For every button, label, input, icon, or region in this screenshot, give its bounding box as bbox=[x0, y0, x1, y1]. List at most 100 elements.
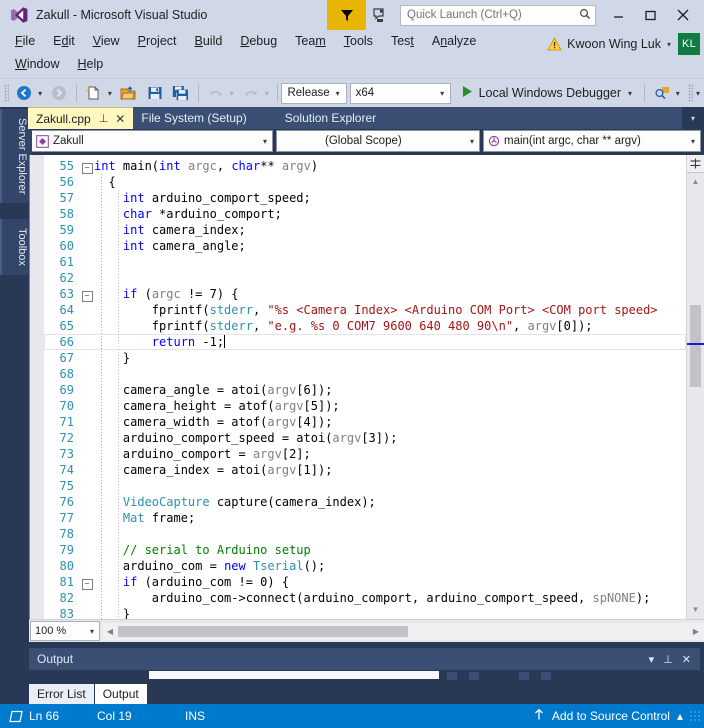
output-toolstrip[interactable] bbox=[29, 670, 700, 682]
chevron-down-icon[interactable]: ▾ bbox=[85, 627, 99, 636]
output-toolstrip-buttons-4[interactable] bbox=[541, 672, 551, 680]
code-line[interactable]: 78 bbox=[44, 526, 686, 542]
horizontal-scrollbar-track[interactable] bbox=[118, 623, 688, 640]
editor-vertical-scrollbar[interactable]: ▲ ▼ bbox=[686, 155, 704, 619]
scope-dropdown[interactable]: (Global Scope) ▾ bbox=[276, 130, 480, 152]
horizontal-scrollbar-thumb[interactable] bbox=[118, 625, 408, 637]
pin-icon[interactable]: ⊥ bbox=[663, 653, 673, 666]
menu-item-test[interactable]: Test bbox=[382, 30, 423, 53]
code-text[interactable]: } bbox=[94, 606, 686, 619]
close-icon[interactable]: ✕ bbox=[682, 653, 691, 666]
menu-item-view[interactable]: View bbox=[84, 30, 129, 53]
navigate-backward-dropdown-icon[interactable]: ▾ bbox=[37, 89, 46, 98]
toolbar-overflow-icon-2[interactable]: ▾ bbox=[695, 89, 704, 98]
code-text[interactable]: int arduino_comport_speed; bbox=[94, 190, 686, 206]
tab-overflow-icon[interactable]: ▾ bbox=[682, 107, 704, 129]
maximize-icon[interactable] bbox=[634, 0, 666, 30]
resize-grip[interactable] bbox=[689, 710, 701, 722]
scroll-up-arrow-icon[interactable]: ▲ bbox=[687, 173, 704, 189]
code-line[interactable]: 75 bbox=[44, 478, 686, 494]
code-viewport[interactable]: 55− int main(int argc, char** argv) 56 {57… bbox=[44, 155, 686, 619]
code-line[interactable]: 56 { bbox=[44, 174, 686, 190]
code-text[interactable]: camera_width = atof(argv[4]); bbox=[94, 414, 686, 430]
toolbar-grip-2[interactable] bbox=[687, 84, 693, 102]
menu-item-debug[interactable]: Debug bbox=[231, 30, 286, 53]
fold-collapse-icon[interactable]: − bbox=[80, 574, 94, 590]
code-text[interactable]: int main(int argc, char** argv) bbox=[94, 158, 686, 174]
chevron-down-icon[interactable]: ▾ bbox=[667, 40, 671, 49]
scroll-left-arrow-icon[interactable]: ◀ bbox=[102, 627, 118, 636]
quick-launch-box[interactable] bbox=[400, 4, 596, 26]
code-text[interactable]: char *arduino_comport; bbox=[94, 206, 686, 222]
new-item-dropdown-icon[interactable]: ▾ bbox=[107, 89, 116, 98]
code-lines[interactable]: 55− int main(int argc, char** argv) 56 {57… bbox=[44, 155, 686, 619]
toolbar-grip[interactable] bbox=[4, 84, 10, 102]
menu-item-project[interactable]: Project bbox=[129, 30, 186, 53]
function-dropdown[interactable]: main(int argc, char ** argv) ▾ bbox=[483, 130, 701, 152]
code-line[interactable]: 74 camera_index = atoi(argv[1]); bbox=[44, 462, 686, 478]
navigate-backward-icon[interactable] bbox=[11, 81, 37, 105]
code-text[interactable]: if (argc != 7) { bbox=[94, 286, 686, 302]
new-item-icon[interactable] bbox=[81, 81, 107, 105]
code-line[interactable]: 76 VideoCapture capture(camera_index); bbox=[44, 494, 686, 510]
code-text[interactable]: arduino_comport_speed = atoi(argv[3]); bbox=[94, 430, 686, 446]
tab-error-list[interactable]: Error List bbox=[29, 684, 94, 704]
code-line[interactable]: 65 fprintf(stderr, "e.g. %s 0 COM7 9600 … bbox=[44, 318, 686, 334]
code-text[interactable]: // serial to Arduino setup bbox=[94, 542, 686, 558]
code-line[interactable]: 59 int camera_index; bbox=[44, 222, 686, 238]
menu-item-window[interactable]: Window bbox=[6, 53, 68, 76]
pin-icon[interactable]: ⊥ bbox=[99, 112, 109, 125]
feedback-smiley-icon[interactable] bbox=[366, 0, 396, 30]
chevron-down-icon[interactable]: ▾ bbox=[465, 137, 479, 146]
code-line[interactable]: 72 arduino_comport_speed = atoi(argv[3])… bbox=[44, 430, 686, 446]
chevron-down-icon[interactable]: ▾ bbox=[330, 89, 346, 98]
code-line[interactable]: 58 char *arduino_comport; bbox=[44, 206, 686, 222]
sidebar-item-toolbox[interactable]: Toolbox bbox=[0, 219, 32, 275]
code-text[interactable]: arduino_com->connect(arduino_comport, ar… bbox=[94, 590, 686, 606]
fold-collapse-icon[interactable]: − bbox=[80, 286, 94, 302]
toolbar-overflow-icon[interactable]: ▾ bbox=[675, 89, 684, 98]
tab-file-system-setup[interactable]: File System (Setup) bbox=[133, 107, 255, 129]
code-line[interactable]: 55− int main(int argc, char** argv) bbox=[44, 158, 686, 174]
chevron-up-icon[interactable]: ▴ bbox=[677, 709, 683, 723]
code-line[interactable]: 83 } bbox=[44, 606, 686, 619]
code-line[interactable]: 77 Mat frame; bbox=[44, 510, 686, 526]
code-line[interactable]: 70 camera_height = atof(argv[5]); bbox=[44, 398, 686, 414]
configuration-dropdown[interactable]: Release ▾ bbox=[281, 82, 347, 104]
menu-item-edit[interactable]: Edit bbox=[44, 30, 84, 53]
output-source-dropdown[interactable] bbox=[149, 671, 439, 679]
code-line[interactable]: 79 // serial to Arduino setup bbox=[44, 542, 686, 558]
avatar[interactable]: KL bbox=[678, 33, 700, 55]
funnel-filter-icon[interactable] bbox=[327, 0, 366, 30]
menu-item-tools[interactable]: Tools bbox=[335, 30, 382, 53]
menu-item-build[interactable]: Build bbox=[186, 30, 232, 53]
split-view-button[interactable] bbox=[687, 155, 704, 173]
zoom-dropdown[interactable]: 100 % ▾ bbox=[30, 621, 100, 641]
code-text[interactable]: int camera_angle; bbox=[94, 238, 686, 254]
account-area[interactable]: Kwoon Wing Luk ▾ KL bbox=[547, 33, 700, 55]
tab-solution-explorer[interactable]: Solution Explorer bbox=[254, 107, 401, 129]
tab-zakull-cpp[interactable]: Zakull.cpp ⊥ ✕ bbox=[28, 107, 134, 129]
code-line[interactable]: 69 camera_angle = atoi(argv[6]); bbox=[44, 382, 686, 398]
code-line[interactable]: 60 int camera_angle; bbox=[44, 238, 686, 254]
code-line[interactable]: 64 fprintf(stderr, "%s <Camera Index> <A… bbox=[44, 302, 686, 318]
tab-output[interactable]: Output bbox=[94, 684, 147, 704]
code-text[interactable]: arduino_comport = argv[2]; bbox=[94, 446, 686, 462]
quick-launch-input[interactable] bbox=[401, 6, 576, 24]
code-text[interactable]: int camera_index; bbox=[94, 222, 686, 238]
code-editor[interactable]: 55− int main(int argc, char** argv) 56 {57… bbox=[29, 155, 704, 619]
code-line[interactable]: 81− if (arduino_com != 0) { bbox=[44, 574, 686, 590]
chevron-down-icon[interactable]: ▾ bbox=[258, 137, 272, 146]
start-debugging-button[interactable]: Local Windows Debugger ▾ bbox=[456, 82, 640, 104]
code-line[interactable]: 62 bbox=[44, 270, 686, 286]
menu-item-help[interactable]: Help bbox=[68, 53, 112, 76]
menu-item-team[interactable]: Team bbox=[286, 30, 335, 53]
close-icon[interactable] bbox=[666, 0, 700, 30]
project-dropdown[interactable]: Zakull ▾ bbox=[31, 130, 273, 152]
save-all-icon[interactable] bbox=[168, 81, 194, 105]
add-to-source-control-button[interactable]: Add to Source Control ▴ bbox=[533, 708, 689, 724]
code-line[interactable]: 57 int arduino_comport_speed; bbox=[44, 190, 686, 206]
close-icon[interactable]: ✕ bbox=[115, 112, 125, 126]
fold-collapse-icon[interactable]: − bbox=[80, 158, 94, 174]
code-line[interactable]: 68 bbox=[44, 366, 686, 382]
